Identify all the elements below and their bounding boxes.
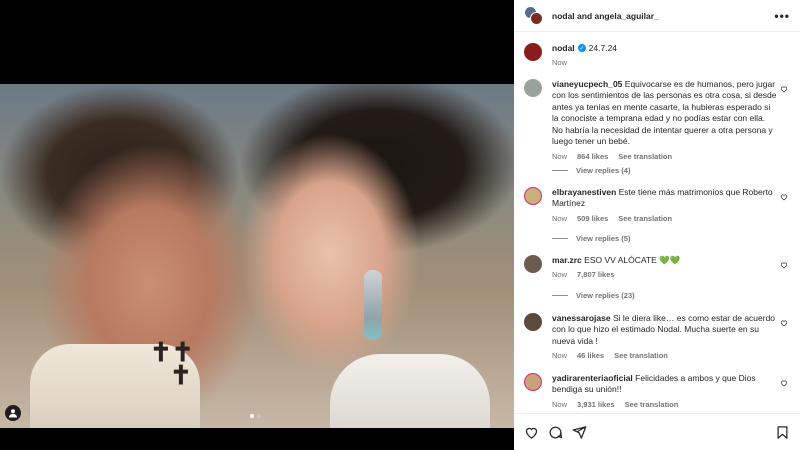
heart-icon[interactable] [780, 261, 788, 269]
carousel-dot [250, 414, 254, 418]
caption-time: Now [552, 58, 568, 67]
comment-icon[interactable] [548, 425, 563, 440]
comment-username[interactable]: yadirarenteriaoficial [552, 373, 633, 383]
replies-divider [552, 295, 568, 296]
avatar[interactable] [524, 43, 542, 61]
comment: yadirarenteriaoficial Felicidades a ambo… [524, 373, 792, 410]
avatar[interactable] [524, 79, 542, 97]
photo-tattoo: ✝ [170, 360, 192, 390]
avatar[interactable] [524, 373, 542, 391]
carousel-dot [257, 414, 261, 418]
avatar [530, 11, 543, 25]
comment: vianeyucpech_05 Equivocarse es de humano… [524, 79, 792, 162]
comment-username[interactable]: vanessarojase [552, 313, 611, 323]
see-translation-link[interactable]: See translation [625, 400, 679, 410]
photo-dress [330, 354, 490, 428]
comment-time: Now [552, 270, 568, 280]
more-icon[interactable]: ••• [774, 9, 790, 23]
comment: vanessarojase Si le diera like… es como … [524, 313, 792, 362]
see-translation-link[interactable]: See translation [618, 152, 672, 162]
heart-icon[interactable] [780, 193, 788, 201]
avatar[interactable] [524, 255, 542, 273]
collab-avatars[interactable] [524, 5, 544, 26]
caption-username[interactable]: nodal [552, 43, 575, 53]
post-photo[interactable]: ✝✝ ✝ [0, 84, 514, 428]
post-actions-bar [514, 413, 800, 450]
carousel-dots [250, 414, 261, 418]
comment-likes[interactable]: 7,807 likes [577, 270, 615, 280]
view-replies-button[interactable]: View replies (5) [552, 234, 630, 243]
replies-divider [552, 238, 568, 239]
comment-likes[interactable]: 509 likes [577, 214, 608, 224]
comment-username[interactable]: elbrayanestiven [552, 187, 616, 197]
post-media[interactable]: ✝✝ ✝ [0, 0, 514, 450]
comment-time: Now [552, 213, 568, 223]
share-icon[interactable] [572, 425, 587, 440]
comment-time: Now [552, 399, 568, 409]
user-tag-icon[interactable] [5, 405, 21, 421]
comment-time: Now [552, 351, 568, 361]
avatar[interactable] [524, 187, 542, 205]
save-icon[interactable] [775, 425, 790, 440]
comment-time: Now [552, 151, 568, 161]
photo-earring [364, 270, 382, 340]
comment-likes[interactable]: 3,931 likes [577, 400, 615, 410]
comment: mar.zrc ESO VV ALÓCATE 💚💚 Now 7,807 like… [524, 255, 792, 281]
heart-icon[interactable] [524, 425, 539, 440]
see-translation-link[interactable]: See translation [614, 351, 668, 361]
view-replies-label[interactable]: View replies (5) [576, 234, 630, 243]
heart-icon[interactable] [780, 85, 788, 93]
heart-icon[interactable] [780, 379, 788, 387]
comment: elbrayanestiven Este tiene más matrimoni… [524, 187, 792, 224]
view-replies-label[interactable]: View replies (4) [576, 166, 630, 175]
post-caption: nodal ✓ 24.7.24 Now [514, 33, 800, 71]
comment-likes[interactable]: 864 likes [577, 152, 608, 162]
comment-username[interactable]: vianeyucpech_05 [552, 79, 622, 89]
avatar[interactable] [524, 313, 542, 331]
view-replies-button[interactable]: View replies (4) [552, 166, 630, 175]
comment-text: ESO VV ALÓCATE 💚💚 [584, 255, 681, 265]
post-side-panel: nodal and angela_aguilar_ ••• nodal ✓ 24… [514, 0, 800, 450]
view-replies-button[interactable]: View replies (23) [552, 291, 635, 300]
heart-icon[interactable] [780, 319, 788, 327]
replies-divider [552, 170, 568, 171]
post-authors[interactable]: nodal and angela_aguilar_ [552, 11, 774, 21]
comment-username[interactable]: mar.zrc [552, 255, 582, 265]
see-translation-link[interactable]: See translation [618, 214, 672, 224]
post-header: nodal and angela_aguilar_ ••• [514, 0, 800, 32]
comment-likes[interactable]: 46 likes [577, 351, 604, 361]
verified-icon: ✓ [577, 44, 586, 52]
comments-list[interactable]: nodal ✓ 24.7.24 Now vianeyucpech_05 Equi… [514, 33, 800, 413]
view-replies-label[interactable]: View replies (23) [576, 291, 635, 300]
caption-text: 24.7.24 [588, 43, 618, 53]
comment-text: Equivocarse es de humanos, pero jugar co… [552, 79, 777, 147]
